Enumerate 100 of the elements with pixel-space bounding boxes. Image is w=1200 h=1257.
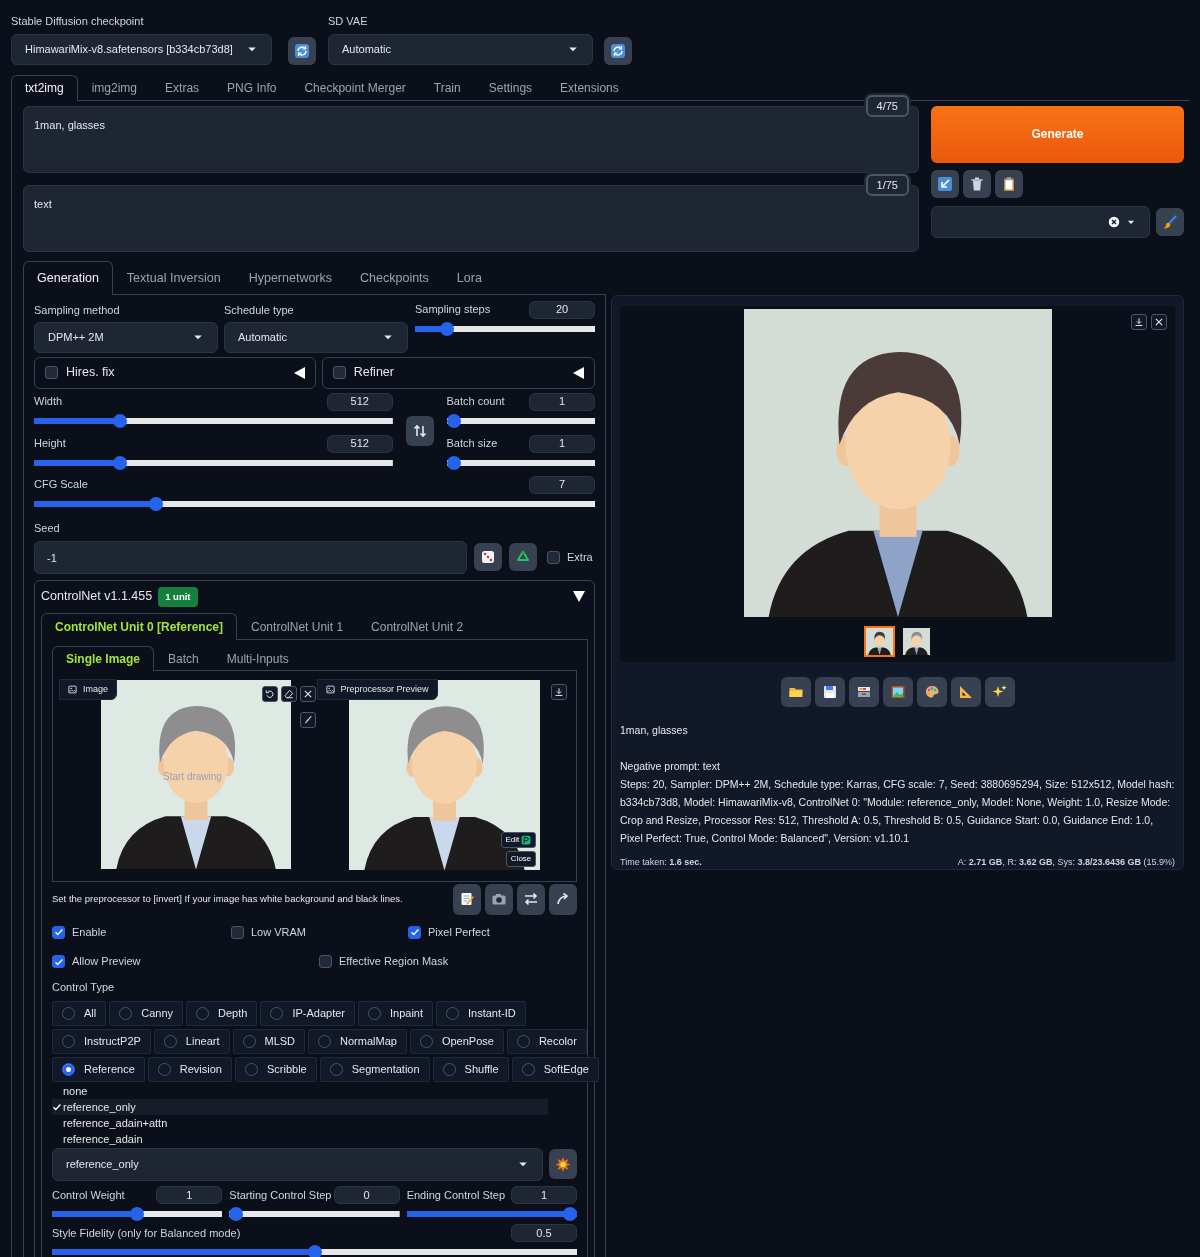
control-type-option[interactable]: Depth [186,1000,258,1026]
radio-button[interactable] [318,1034,332,1048]
number-field[interactable]: 1 [529,392,595,411]
control-type-option[interactable]: Inpaint [358,1000,433,1026]
control-type-option[interactable]: IP-Adapter [260,1000,355,1026]
send-dimensions-button[interactable] [549,883,577,915]
number-field[interactable]: 0 [333,1185,400,1204]
checkpoint-select[interactable]: HimawariMix-v8.safetensors [b334cb73d8] [11,33,272,65]
radio-button[interactable] [62,1006,75,1020]
brush-button[interactable] [300,711,316,728]
radio-button[interactable] [163,1034,177,1048]
schedule-select[interactable]: Automatic [224,321,408,353]
send-to-img2img-button[interactable] [882,676,913,707]
radio-button[interactable] [62,1062,75,1076]
zip-button[interactable] [848,676,879,707]
upscale-button[interactable] [984,676,1015,707]
control-type-option[interactable]: Recolor [506,1028,587,1054]
number-field[interactable]: 512 [326,392,393,411]
tab[interactable]: Checkpoints [346,260,443,295]
radio-button[interactable] [368,1006,381,1020]
vae-select[interactable]: Automatic [328,33,593,65]
accordion-header[interactable]: Hires. fix [34,356,316,389]
tab[interactable]: Checkpoint Merger [290,74,420,101]
slider-thumb[interactable] [113,455,128,470]
number-field[interactable]: 7 [529,475,595,494]
dropdown-option[interactable]: reference_adain+attn [52,1114,548,1131]
radio-button[interactable] [119,1006,133,1020]
radio-button[interactable] [242,1034,256,1048]
edit-button[interactable] [453,883,481,915]
control-type-option[interactable]: Revision [147,1056,232,1082]
number-field[interactable]: 20 [529,300,595,319]
control-type-option[interactable]: OpenPose [409,1028,504,1054]
radio-button[interactable] [244,1062,258,1076]
tab[interactable]: Lora [442,260,496,295]
radio-button[interactable] [196,1006,210,1020]
control-type-option[interactable]: Shuffle [432,1056,509,1082]
tab[interactable]: Train [419,74,475,101]
refresh-button[interactable] [604,36,632,65]
download-button[interactable] [550,683,567,700]
close-button[interactable] [1151,313,1167,330]
dropdown-option[interactable]: none [52,1082,548,1099]
number-field[interactable]: 1 [156,1185,223,1204]
tab[interactable]: ControlNet Unit 1 [237,612,358,640]
refresh-button[interactable] [288,36,316,65]
random-seed-button[interactable] [474,543,502,571]
checkbox[interactable] [332,366,346,379]
tab[interactable]: Batch [154,645,213,671]
accordion-header[interactable]: Refiner [321,356,595,389]
checkbox[interactable] [52,925,65,939]
dropdown-option[interactable]: reference_adain [52,1130,548,1147]
slider-thumb[interactable] [446,413,461,428]
control-type-option[interactable]: MLSD [232,1028,306,1054]
sampler-select[interactable]: DPM++ 2M [34,321,218,353]
control-type-option[interactable]: Scribble [234,1056,317,1082]
seed-field[interactable]: -1 [34,540,467,574]
clear-button[interactable] [963,169,991,198]
tab[interactable]: Hypernetworks [234,260,347,295]
radio-button[interactable] [521,1062,535,1076]
control-type-option[interactable]: All [52,1000,107,1026]
checkbox[interactable] [231,925,244,939]
read-params-button[interactable] [931,169,959,198]
preprocessor-select[interactable]: reference_only [52,1147,543,1181]
tab[interactable]: txt2img [11,74,78,101]
run-preprocessor-button[interactable] [549,1149,577,1180]
send-to-extras-button[interactable] [950,676,981,707]
webcam-button[interactable] [485,883,513,915]
tab[interactable]: Settings [474,74,547,101]
checkbox[interactable] [45,366,58,379]
control-type-option[interactable]: SoftEdge [511,1056,599,1082]
clear-icon[interactable] [1108,215,1120,228]
dropdown-option[interactable]: reference_only [52,1098,548,1115]
radio-button[interactable] [442,1062,456,1076]
tab[interactable]: Multi-Inputs [212,645,303,671]
eraser-button[interactable] [281,685,297,702]
tab[interactable]: Extensions [546,74,633,101]
tab[interactable]: ControlNet Unit 0 [Reference] [41,612,238,640]
tab[interactable]: PNG Info [213,74,291,101]
mirror-button[interactable] [517,883,545,915]
control-type-option[interactable]: Segmentation [319,1056,430,1082]
radio-button[interactable] [329,1062,343,1076]
control-type-option[interactable]: InstructP2P [52,1028,151,1054]
paste-button[interactable] [995,169,1023,198]
close-button[interactable] [300,685,316,702]
tab[interactable]: Generation [23,260,113,295]
tab[interactable]: Textual Inversion [112,260,235,295]
slider-thumb[interactable] [446,455,461,470]
number-field[interactable]: 1 [529,434,595,453]
control-type-option[interactable]: Reference [52,1056,145,1082]
control-type-option[interactable]: Instant-ID [436,1000,526,1026]
save-button[interactable] [814,676,845,707]
checkbox[interactable] [319,955,332,968]
tab[interactable]: Extras [151,74,214,101]
checkbox[interactable] [408,925,421,939]
send-to-inpaint-button[interactable] [916,676,947,707]
radio-button[interactable] [516,1034,530,1048]
control-type-option[interactable]: Lineart [153,1028,230,1054]
radio-button[interactable] [157,1062,171,1076]
thumbnail[interactable] [900,625,932,657]
number-field[interactable]: 512 [326,434,393,453]
tab[interactable]: Single Image [52,645,155,671]
